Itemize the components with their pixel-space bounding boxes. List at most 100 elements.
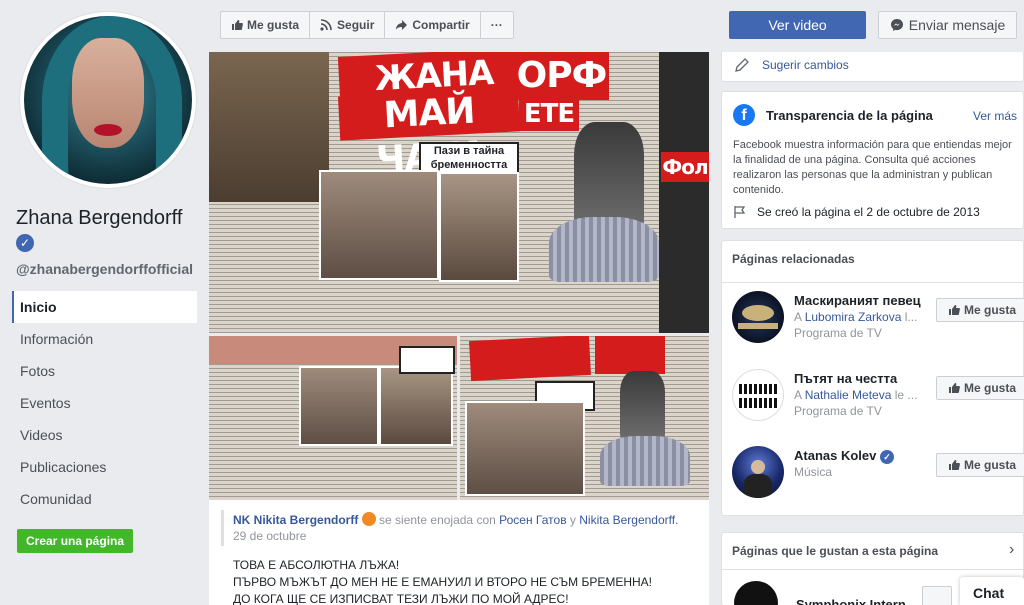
nav-item-publicaciones[interactable]: Publicaciones bbox=[12, 451, 197, 483]
transparency-title: Transparencia de la página bbox=[766, 108, 933, 123]
watch-video-button[interactable]: Ver video bbox=[729, 11, 866, 39]
related-page-category: Música bbox=[794, 465, 833, 479]
post-author-link[interactable]: NK Nikita Bergendorff bbox=[233, 513, 358, 527]
thumbs-up-icon bbox=[948, 383, 960, 393]
thumbs-up-icon bbox=[948, 460, 960, 470]
more-dots-icon: ··· bbox=[490, 18, 503, 32]
nav-item-informacion[interactable]: Información bbox=[12, 323, 197, 355]
headline-4: ЕТЕ bbox=[519, 97, 579, 131]
follow-button[interactable]: Seguir bbox=[310, 12, 386, 38]
related-page-like-button[interactable]: Me gusta bbox=[936, 376, 1024, 400]
post-photo-main[interactable]: ЖАНА БЕРГЕН МАЙ ЧАКА ОРФ ЕТЕ Пази в тайн… bbox=[209, 52, 709, 333]
like-label: Me gusta bbox=[963, 303, 1016, 317]
pages-liked-title: Páginas que le gustan a esta página bbox=[732, 544, 939, 558]
globe-icon[interactable] bbox=[922, 586, 952, 605]
page-created-text: Se creó la página el 2 de octubre de 201… bbox=[757, 205, 980, 219]
post-photo-3[interactable] bbox=[460, 336, 709, 500]
liked-by-person[interactable]: Lubomira Zarkova bbox=[805, 310, 902, 324]
post-photo-2[interactable] bbox=[209, 336, 457, 500]
share-button[interactable]: Compartir bbox=[385, 12, 481, 38]
liked-by-suffix: le ... bbox=[894, 388, 918, 402]
liked-by-person[interactable]: Nathalie Meteva bbox=[805, 388, 892, 402]
avatar bbox=[24, 16, 192, 184]
related-page-liked-by: A Lubomira Zarkova l... bbox=[794, 310, 930, 324]
related-page-name[interactable]: Пътят на честта bbox=[794, 371, 897, 386]
angry-emoji-icon bbox=[361, 512, 376, 526]
like-label: Me gusta bbox=[963, 381, 1016, 395]
newspaper-photo-2 bbox=[439, 172, 519, 282]
newspaper-photo-1 bbox=[319, 170, 439, 280]
create-page-button[interactable]: Crear una página bbox=[17, 529, 134, 553]
related-page-name[interactable]: Маскираният певец bbox=[794, 293, 921, 308]
quote-bar bbox=[221, 510, 224, 546]
related-page-category: Programa de TV bbox=[794, 404, 882, 418]
thumbs-up-icon bbox=[948, 305, 960, 315]
share-label: Compartir bbox=[412, 18, 470, 32]
headline-5: Фол bbox=[661, 152, 709, 182]
chat-tab[interactable]: Chat bbox=[960, 577, 1024, 605]
page-handle[interactable]: @zhanabergendorffofficial bbox=[16, 261, 193, 277]
liked-by-prefix: A bbox=[794, 388, 802, 402]
page-created-info: Se creó la página el 2 de octubre de 201… bbox=[733, 205, 980, 219]
follow-label: Seguir bbox=[337, 18, 375, 32]
liked-page-thumbnail[interactable] bbox=[734, 581, 778, 605]
nav-item-comunidad[interactable]: Comunidad bbox=[12, 483, 197, 515]
send-message-button[interactable]: Enviar mensaje bbox=[878, 11, 1017, 39]
profile-picture[interactable] bbox=[20, 12, 196, 188]
page-transparency-card: f Transparencia de la página Ver más Fac… bbox=[721, 91, 1024, 229]
tagged-person-1[interactable]: Росен Гатов bbox=[499, 513, 566, 527]
related-page-like-button[interactable]: Me gusta bbox=[936, 453, 1024, 477]
headline-2: МАЙ ЧАКА bbox=[337, 87, 521, 181]
post-text: ТОВА Е АБСОЛЮТНА ЛЪЖА! ПЪРВО МЪЖЪТ ДО МЕ… bbox=[233, 557, 652, 605]
see-more-link[interactable]: Ver más bbox=[973, 109, 1017, 123]
related-page-category: Programa de TV bbox=[794, 326, 882, 340]
feeling-text: se siente enojada con bbox=[379, 513, 496, 527]
conjunction-text: y bbox=[569, 513, 576, 527]
transparency-description: Facebook muestra información para que en… bbox=[733, 139, 1012, 196]
facebook-logo-icon: f bbox=[733, 104, 755, 126]
post-date-link[interactable]: 29 de octubre bbox=[233, 529, 306, 543]
pencil-icon bbox=[735, 58, 749, 72]
left-column: Zhana Bergendorff ✓ @zhanabergendorffoff… bbox=[0, 0, 208, 605]
post-line: ДО КОГА ЩЕ СЕ ИЗПИСВАТ ТЕЗИ ЛЪЖИ ПО МОЙ … bbox=[233, 592, 569, 605]
related-page-thumbnail[interactable] bbox=[732, 291, 784, 343]
related-page-item: Atanas Kolev ✓ Música Me gusta bbox=[732, 446, 1024, 504]
nav-item-inicio[interactable]: Inicio bbox=[12, 291, 197, 323]
nav-item-eventos[interactable]: Eventos bbox=[12, 387, 197, 419]
post-line: ПЪРВО МЪЖЪТ ДО МЕН НЕ Е ЕМАНУИЛ И ВТОРО … bbox=[233, 575, 652, 589]
like-page-button[interactable]: Me gusta bbox=[221, 12, 311, 38]
post-meta: NK Nikita Bergendorff se siente enojada … bbox=[233, 512, 703, 528]
post-line: ТОВА Е АБСОЛЮТНА ЛЪЖА! bbox=[233, 558, 400, 572]
like-label: Me gusta bbox=[247, 18, 300, 32]
related-page-name-row: Atanas Kolev ✓ bbox=[794, 448, 894, 464]
messenger-icon bbox=[890, 19, 903, 31]
liked-by-suffix: l... bbox=[904, 310, 918, 324]
related-page-like-button[interactable]: Me gusta bbox=[936, 298, 1024, 322]
related-page-liked-by: A Nathalie Meteva le ... bbox=[794, 388, 930, 402]
related-page-name[interactable]: Atanas Kolev bbox=[794, 448, 876, 463]
page-nav: Inicio Información Fotos Eventos Videos … bbox=[12, 291, 197, 515]
chevron-right-icon[interactable]: › bbox=[1009, 541, 1014, 559]
page-title: Zhana Bergendorff ✓ bbox=[16, 206, 196, 254]
headline-3: ОРФ bbox=[514, 52, 609, 100]
flag-icon bbox=[734, 206, 746, 218]
nav-item-fotos[interactable]: Fotos bbox=[12, 355, 197, 387]
post-card: NK Nikita Bergendorff se siente enojada … bbox=[209, 500, 709, 605]
liked-page-name[interactable]: Symphonix Intern bbox=[796, 597, 906, 605]
tagged-person-2[interactable]: Nikita Bergendorff. bbox=[579, 513, 678, 527]
related-page-thumbnail[interactable] bbox=[732, 369, 784, 421]
subheadline-1: Пази в тайна bbox=[433, 145, 505, 157]
related-page-item: Пътят на честта A Nathalie Meteva le ...… bbox=[732, 369, 1024, 427]
suggest-edits-link[interactable]: Sugerir cambios bbox=[762, 58, 849, 72]
rss-icon bbox=[320, 19, 332, 31]
related-page-thumbnail[interactable] bbox=[732, 446, 784, 498]
more-options-button[interactable]: ··· bbox=[481, 12, 513, 38]
page-name-text: Zhana Bergendorff bbox=[16, 207, 183, 229]
nav-item-videos[interactable]: Videos bbox=[12, 419, 197, 451]
page-actions-bar: Me gusta Seguir Compartir ··· bbox=[220, 11, 514, 39]
verified-badge-icon: ✓ bbox=[880, 449, 894, 464]
like-label: Me gusta bbox=[963, 458, 1016, 472]
subheadline-2: бременността bbox=[430, 159, 508, 171]
suggest-edits-card[interactable]: Sugerir cambios bbox=[721, 52, 1024, 82]
related-page-item: Маскираният певец A Lubomira Zarkova l..… bbox=[732, 291, 1024, 349]
